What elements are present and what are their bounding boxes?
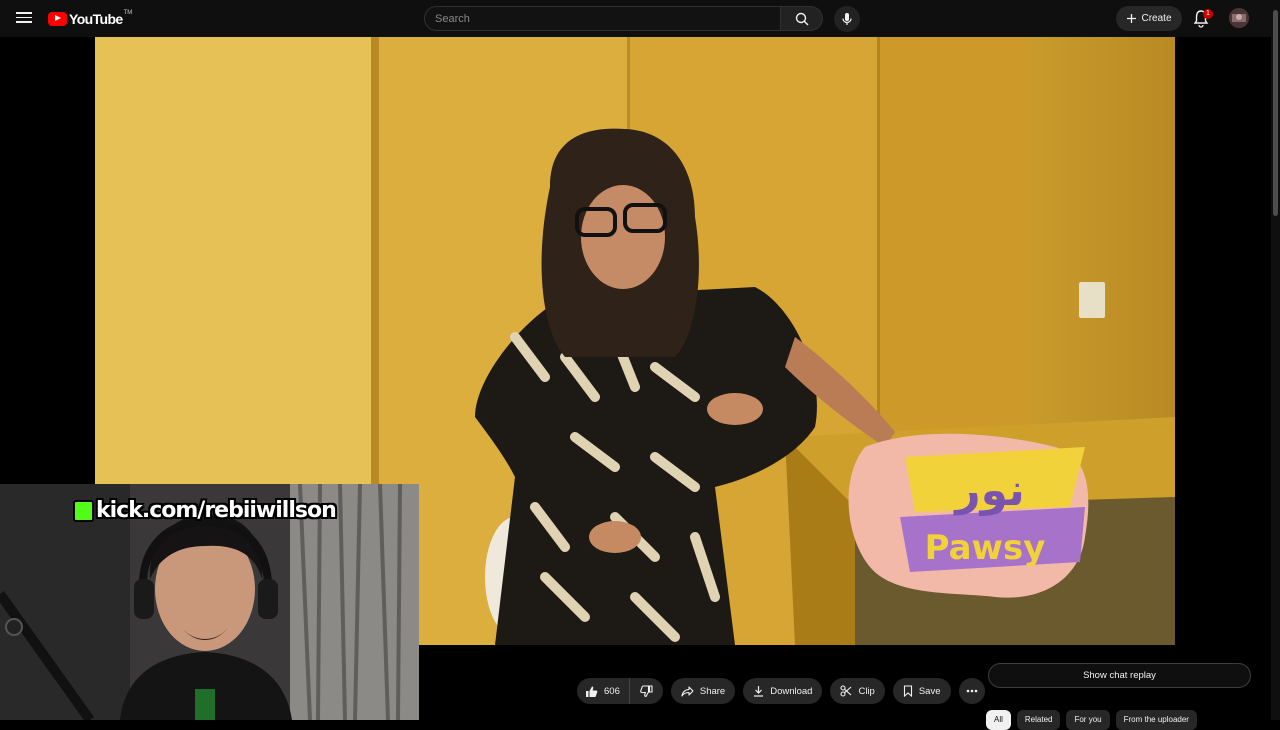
search-icon: [795, 12, 808, 25]
clip-button[interactable]: Clip: [830, 678, 885, 704]
chip-related[interactable]: Related: [1016, 710, 1061, 730]
youtube-logo[interactable]: YouTube TM: [48, 10, 132, 27]
share-button[interactable]: Share: [670, 678, 736, 704]
video-actions-row: 606 Share Download Clip Save: [577, 678, 985, 704]
scrollbar-thumb[interactable]: [1273, 10, 1278, 216]
like-count: 606: [604, 685, 620, 697]
page-scrollbar[interactable]: [1271, 0, 1280, 720]
logo-trademark: TM: [123, 10, 133, 16]
like-dislike-group: 606: [577, 678, 663, 704]
bookmark-icon: [903, 685, 912, 697]
microphone-icon: [842, 13, 852, 25]
search-box: [424, 6, 781, 31]
search-input[interactable]: [425, 7, 780, 30]
chip-from-uploader[interactable]: From the uploader: [1115, 710, 1197, 730]
save-button[interactable]: Save: [892, 678, 951, 704]
chip-for-you[interactable]: For you: [1066, 710, 1110, 730]
thumbs-up-icon: [586, 686, 598, 697]
download-label: Download: [770, 685, 813, 697]
youtube-play-icon: [48, 11, 67, 26]
voice-search-button[interactable]: [834, 6, 860, 32]
more-actions-button[interactable]: [958, 678, 985, 704]
chip-all[interactable]: All: [986, 710, 1011, 730]
download-button[interactable]: Download: [743, 678, 823, 704]
like-button[interactable]: 606: [577, 678, 630, 704]
share-icon: [681, 685, 694, 697]
download-icon: [754, 686, 764, 697]
create-button[interactable]: Create: [1116, 6, 1182, 31]
dislike-button[interactable]: [630, 678, 663, 704]
clip-label: Clip: [858, 685, 875, 697]
overlay-logo-pawsy: Pawsy: [925, 528, 1046, 568]
more-horizontal-icon: [966, 689, 977, 693]
search-button[interactable]: [781, 6, 823, 31]
logo-text: YouTube: [69, 10, 123, 27]
plus-icon: [1127, 14, 1137, 23]
top-bar: YouTube TM Create 1: [0, 0, 1280, 37]
account-avatar[interactable]: [1229, 8, 1249, 28]
scissors-icon: [840, 685, 852, 697]
share-label: Share: [699, 685, 726, 697]
create-label: Create: [1141, 13, 1172, 24]
notification-badge: 1: [1203, 9, 1213, 19]
menu-icon[interactable]: [14, 9, 34, 27]
kick-url-overlay: kick.com/rebiiwillson: [96, 498, 337, 523]
thumbs-down-icon: [640, 684, 653, 697]
save-label: Save: [918, 685, 941, 697]
show-chat-replay-button[interactable]: Show chat replay: [988, 663, 1251, 688]
overlay-logo-arabic: نور: [953, 465, 1024, 516]
kick-logo-icon: [73, 500, 94, 522]
related-filter-chips: All Related For you From the uploader: [986, 710, 1197, 730]
